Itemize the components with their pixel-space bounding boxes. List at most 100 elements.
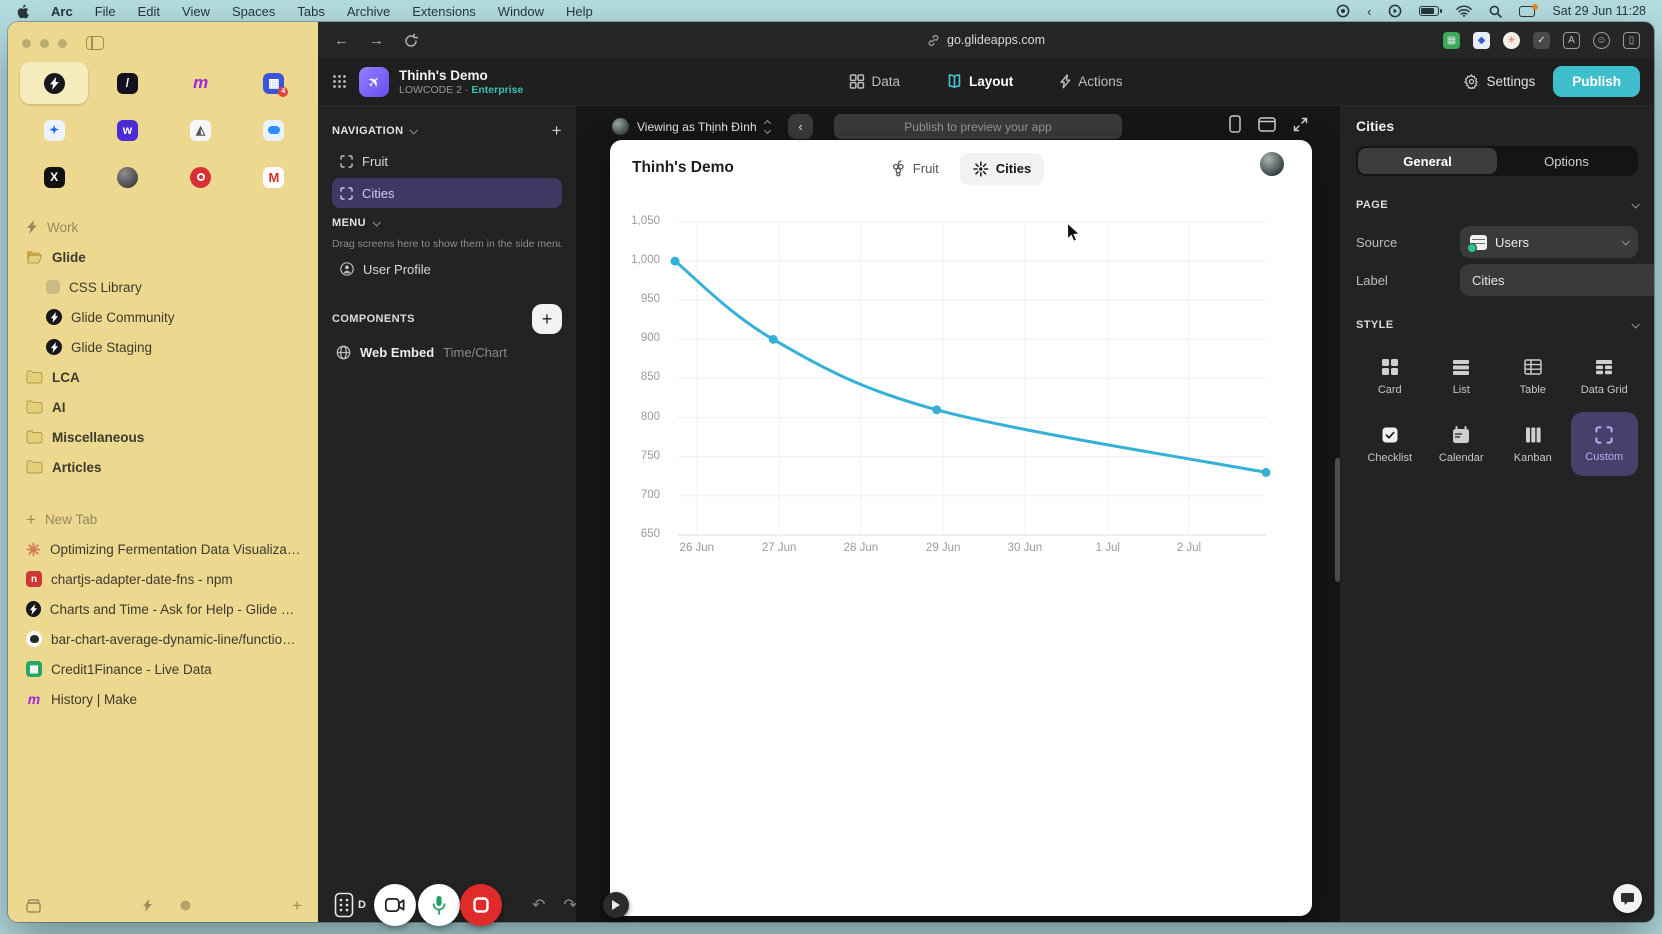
open-tab-github[interactable]: bar-chart-average-dynamic-line/function.… [20, 624, 308, 654]
redo-icon[interactable]: ↷ [563, 895, 576, 915]
viewing-as-selector[interactable]: Viewing as Thịnh Đình [612, 113, 770, 140]
open-tab-sheets[interactable]: ▦ Credit1Finance - Live Data [20, 654, 308, 684]
sidebar-folder-articles[interactable]: Articles [20, 452, 308, 482]
new-tab-button[interactable]: + New Tab [20, 504, 308, 534]
undo-icon[interactable]: ↶ [532, 895, 545, 915]
menu-file[interactable]: File [95, 4, 116, 19]
menu-arc[interactable]: Arc [51, 4, 73, 19]
style-checklist[interactable]: Checklist [1356, 412, 1424, 476]
notification-status-icon[interactable] [1519, 6, 1535, 17]
style-kanban[interactable]: Kanban [1499, 412, 1567, 476]
add-component-button[interactable]: + [532, 304, 562, 334]
sidebar-toggle-icon[interactable] [86, 36, 104, 50]
style-table[interactable]: Table [1499, 344, 1567, 408]
sidebar-folder-ai[interactable]: AI [20, 392, 308, 422]
screen-item-cities[interactable]: Cities [332, 178, 562, 208]
app-tile-blue[interactable]: ✦ [20, 109, 88, 151]
close-window-button[interactable] [22, 39, 31, 48]
navigation-section-header[interactable]: NAVIGATION + [332, 118, 562, 144]
claude-extension-icon[interactable]: ✳ [1503, 32, 1520, 49]
open-tab-fermentation[interactable]: Optimizing Fermentation Data Visualizati… [20, 534, 308, 564]
status-chevron-icon[interactable]: ‹ [1367, 4, 1371, 19]
app-tile-slash[interactable]: / [93, 62, 161, 104]
face-extension-icon[interactable]: ☺ [1593, 32, 1610, 49]
zoom-window-button[interactable] [58, 39, 67, 48]
style-card[interactable]: Card [1356, 344, 1424, 408]
camera-toggle-button[interactable] [374, 884, 416, 926]
screen-item-user-profile[interactable]: User Profile [332, 254, 562, 284]
apple-menu-icon[interactable] [16, 4, 29, 19]
preview-tab-fruit[interactable]: Fruit [878, 152, 952, 185]
fullscreen-icon[interactable] [1293, 117, 1308, 132]
theme-circle-icon[interactable] [179, 899, 192, 912]
recorder-play-bubble[interactable] [603, 892, 629, 918]
app-tile-x[interactable]: X [20, 156, 88, 198]
app-tile-red[interactable] [167, 156, 235, 198]
tab-layout[interactable]: Layout [946, 74, 1013, 89]
support-chat-button[interactable] [1613, 884, 1642, 913]
menu-help[interactable]: Help [566, 4, 593, 19]
menu-archive[interactable]: Archive [347, 4, 390, 19]
status-play-icon[interactable] [1388, 4, 1402, 18]
back-nav-icon[interactable]: ← [334, 32, 349, 49]
phone-device-icon[interactable] [1229, 115, 1241, 133]
sidebar-folder-glide[interactable]: Glide [20, 242, 308, 272]
add-screen-button[interactable]: + [552, 121, 562, 141]
open-tab-npm[interactable]: n chartjs-adapter-date-fns - npm [20, 564, 308, 594]
app-tile-sphere[interactable] [93, 156, 161, 198]
check-extension-icon[interactable]: ✓ [1533, 32, 1550, 49]
glide-app-icon-airplane[interactable]: ✈ [359, 67, 389, 97]
wifi-icon[interactable] [1456, 5, 1472, 17]
style-data-grid[interactable]: Data Grid [1571, 344, 1639, 408]
publish-button[interactable]: Publish [1553, 66, 1640, 97]
sheets-extension-icon[interactable]: ▦ [1443, 32, 1460, 49]
publish-preview-bar[interactable]: Publish to preview your app [834, 114, 1122, 139]
app-meta[interactable]: Thinh's Demo LOWCODE 2 · Enterprise [399, 68, 523, 96]
keypad-icon[interactable] [334, 892, 354, 918]
label-input[interactable] [1460, 264, 1654, 296]
address-bar[interactable]: go.glideapps.com [927, 33, 1045, 47]
preview-back-button[interactable]: ‹ [788, 114, 813, 139]
mic-toggle-button[interactable] [418, 884, 460, 926]
source-select[interactable]: Users [1460, 226, 1638, 258]
user-avatar[interactable] [1260, 152, 1284, 176]
app-tile-gmail[interactable]: M [240, 156, 308, 198]
reload-icon[interactable] [404, 33, 418, 48]
tab-general[interactable]: General [1358, 148, 1497, 174]
tab-options[interactable]: Options [1497, 148, 1636, 174]
new-space-plus-icon[interactable]: + [292, 897, 302, 914]
app-tile-badged[interactable]: ▦4 [240, 62, 308, 104]
app-tile-webflow[interactable]: w [93, 109, 161, 151]
forward-nav-icon[interactable]: → [369, 32, 384, 49]
spotlight-search-icon[interactable] [1489, 5, 1502, 18]
sidebar-item-work[interactable]: Work [20, 212, 308, 242]
menu-extensions[interactable]: Extensions [412, 4, 476, 19]
style-custom[interactable]: Custom [1571, 412, 1639, 476]
sidebar-tab-glide-staging[interactable]: Glide Staging [20, 332, 308, 362]
style-section-header[interactable]: STYLE [1356, 310, 1638, 340]
sidebar-tab-glide-community[interactable]: Glide Community [20, 302, 308, 332]
archive-box-icon[interactable] [26, 899, 41, 913]
style-calendar[interactable]: Calendar [1428, 412, 1496, 476]
menu-tabs[interactable]: Tabs [297, 4, 324, 19]
page-section-header[interactable]: PAGE [1356, 190, 1638, 220]
component-web-embed[interactable]: Web Embed Time/Chart [332, 336, 562, 368]
status-circle-icon[interactable] [1336, 4, 1350, 18]
menu-edit[interactable]: Edit [138, 4, 160, 19]
stop-recording-button[interactable] [460, 884, 502, 926]
screen-item-fruit[interactable]: Fruit [332, 146, 562, 176]
sidebar-folder-miscellaneous[interactable]: Miscellaneous [20, 422, 308, 452]
preview-tab-cities[interactable]: Cities [960, 153, 1044, 185]
open-tab-glide-community[interactable]: Charts and Time - Ask for Help - Glide C… [20, 594, 308, 624]
menu-section-header[interactable]: MENU [332, 210, 562, 236]
menu-window[interactable]: Window [498, 4, 544, 19]
menu-view[interactable]: View [182, 4, 210, 19]
split-view-extension-icon[interactable]: ▯ [1623, 32, 1640, 49]
style-list[interactable]: List [1428, 344, 1496, 408]
minimize-window-button[interactable] [40, 39, 49, 48]
settings-button[interactable]: Settings [1464, 74, 1535, 89]
app-tile-glide[interactable] [20, 62, 88, 104]
app-tile-zoom[interactable] [240, 109, 308, 151]
menu-spaces[interactable]: Spaces [232, 4, 275, 19]
tab-data[interactable]: Data [849, 74, 900, 89]
